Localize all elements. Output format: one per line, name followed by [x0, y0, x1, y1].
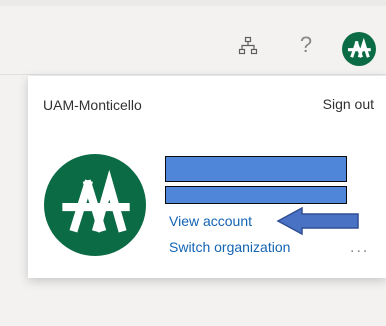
help-icon[interactable]: ?: [298, 33, 314, 57]
org-name: UAM-Monticello: [43, 97, 142, 113]
view-account-link[interactable]: View account: [169, 213, 252, 229]
left-arrow-icon: [276, 206, 359, 236]
uam-logo-icon: [347, 37, 371, 58]
uam-logo-icon: [62, 169, 130, 233]
sign-out-link[interactable]: Sign out: [323, 96, 374, 112]
account-panel: UAM-Monticello Sign out View account Swi…: [28, 76, 386, 278]
switch-organization-link[interactable]: Switch organization: [169, 239, 290, 255]
top-bar: ?: [0, 0, 386, 75]
top-strip: [0, 0, 386, 6]
org-chart-icon[interactable]: [238, 36, 258, 56]
redacted-name-box: [165, 156, 347, 182]
profile-avatar: [44, 154, 146, 256]
user-avatar-button[interactable]: [342, 32, 376, 66]
redacted-email-box: [165, 186, 347, 204]
more-options-icon[interactable]: ...: [350, 239, 369, 257]
